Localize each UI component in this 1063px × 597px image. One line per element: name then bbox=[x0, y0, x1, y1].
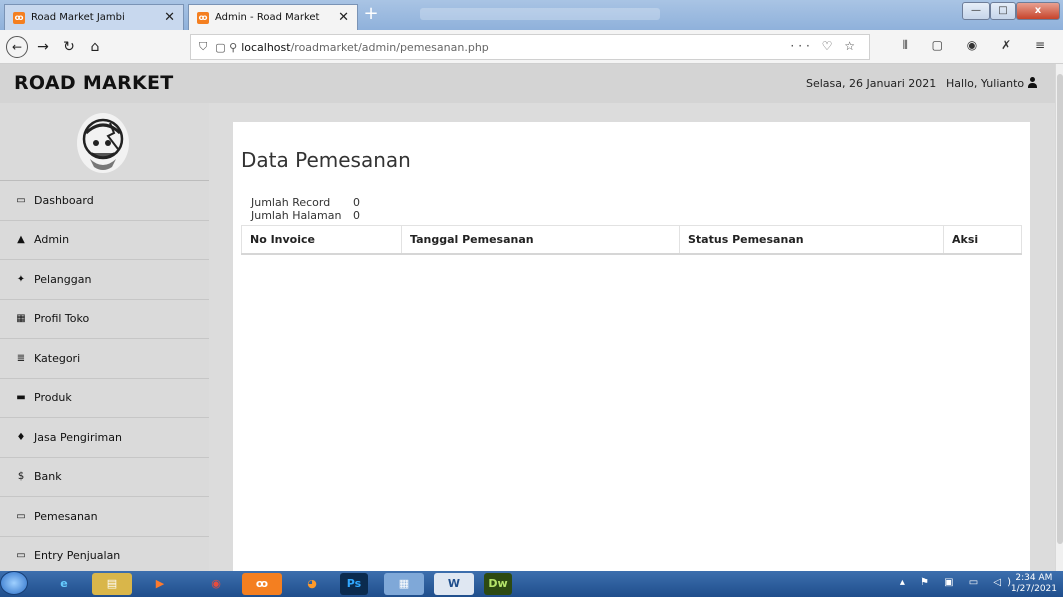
greeting-text: Hallo, Yulianto bbox=[946, 77, 1025, 90]
tab-close-icon[interactable]: ✕ bbox=[164, 10, 175, 25]
browser-tab-strip: ꝏ Road Market Jambi ✕ ꝏ Admin - Road Mar… bbox=[0, 0, 1063, 30]
new-tab-button[interactable]: + bbox=[362, 5, 380, 24]
tab-title: Road Market Jambi bbox=[31, 12, 125, 23]
tracking-shield-icon[interactable]: ⛉ bbox=[199, 40, 207, 54]
table-header-row: No Invoice Tanggal Pemesanan Status Peme… bbox=[241, 225, 1022, 255]
browser-tab[interactable]: ꝏ Road Market Jambi ✕ bbox=[4, 4, 184, 30]
tab-title: Admin - Road Market bbox=[215, 12, 320, 23]
credit-card-icon: ▭ bbox=[16, 510, 26, 522]
column-header-tanggal: Tanggal Pemesanan bbox=[401, 225, 680, 255]
users-icon: ✦ bbox=[16, 273, 26, 285]
table-icon: ▦ bbox=[16, 313, 26, 325]
xampp-icon[interactable]: ꝏ bbox=[242, 573, 282, 595]
sidebar-item-pemesanan[interactable]: ▭ Pemesanan bbox=[0, 497, 209, 537]
forward-arrow-icon[interactable]: → bbox=[32, 36, 54, 58]
sidebar-item-label: Jasa Pengiriman bbox=[34, 430, 122, 444]
sidebar-item-label: Entry Penjualan bbox=[34, 549, 121, 563]
internet-explorer-icon[interactable]: e bbox=[44, 573, 84, 595]
browser-tab-active[interactable]: ꝏ Admin - Road Market ✕ bbox=[188, 4, 358, 30]
credit-card-icon: ▭ bbox=[16, 550, 26, 562]
scrollbar-thumb[interactable] bbox=[1057, 74, 1063, 544]
sidebar-item-label: Profil Toko bbox=[34, 312, 90, 326]
page-count-label: Jumlah Halaman bbox=[251, 209, 342, 222]
sidebar-item-label: Pelanggan bbox=[34, 272, 92, 286]
maximize-button[interactable]: □ bbox=[990, 2, 1016, 20]
dollar-icon: $ bbox=[17, 471, 25, 483]
page-info-icon[interactable]: ▢ ⚲ bbox=[215, 41, 237, 54]
sidebar-item-label: Admin bbox=[34, 233, 70, 247]
browser-navbar: ← → ↻ ⌂ ⛉ ▢ ⚲ localhost/roadmarket/admin… bbox=[0, 30, 1063, 64]
firefox-icon[interactable]: ◕ bbox=[292, 573, 332, 595]
tab-close-icon[interactable]: ✕ bbox=[338, 10, 349, 25]
sidebar-item-label: Pemesanan bbox=[34, 509, 98, 523]
brand-title: ROAD MARKET bbox=[14, 72, 174, 94]
list-icon: ≣ bbox=[16, 352, 26, 364]
record-count-label: Jumlah Record bbox=[251, 196, 331, 209]
user-greeting[interactable]: Hallo, Yulianto bbox=[946, 77, 1038, 90]
column-header-invoice: No Invoice bbox=[241, 225, 402, 255]
file-explorer-icon[interactable]: ▤ bbox=[92, 573, 132, 595]
home-icon[interactable]: ⌂ bbox=[84, 36, 106, 58]
admin-topbar: ROAD MARKET Selasa, 26 Januari 2021 Hall… bbox=[0, 64, 1055, 103]
page-count-value: 0 bbox=[353, 209, 360, 222]
dreamweaver-icon[interactable]: Dw bbox=[484, 573, 512, 595]
sidebar-item-label: Produk bbox=[34, 391, 72, 405]
url-path: /roadmarket/admin/pemesanan.php bbox=[290, 40, 489, 54]
taskbar-clock[interactable]: 2:34 AM 1/27/2021 bbox=[1011, 573, 1057, 595]
logo bbox=[0, 103, 209, 181]
sidebar-item-label: Kategori bbox=[34, 351, 81, 365]
background-window-title bbox=[420, 8, 660, 20]
windows-taskbar: e ▤ ▶ ◉ ꝏ ◕ Ps ▦ W Dw ▴ ⚑ ▣ ▭ ◁) 2:34 AM… bbox=[0, 571, 1063, 597]
sidebar-item-admin[interactable]: ▲ Admin bbox=[0, 221, 209, 260]
address-bar[interactable]: ⛉ ▢ ⚲ localhost/roadmarket/admin/pemesan… bbox=[190, 34, 870, 60]
word-icon[interactable]: W bbox=[434, 573, 474, 595]
chrome-icon[interactable]: ◉ bbox=[196, 573, 236, 595]
toolbar-icons[interactable]: ⫴ ▢ ◉ ✗ ≡ bbox=[903, 38, 1055, 53]
current-date: Selasa, 26 Januari 2021 bbox=[806, 77, 937, 90]
main-content-panel: Data Pemesanan Jumlah Record 0 Jumlah Ha… bbox=[233, 122, 1030, 571]
record-count-value: 0 bbox=[353, 196, 360, 209]
sidebar-item-pelanggan[interactable]: ✦ Pelanggan bbox=[0, 260, 209, 300]
record-stats: Jumlah Record 0 Jumlah Halaman 0 bbox=[251, 196, 360, 222]
url-host: localhost bbox=[241, 40, 291, 54]
sidebar-item-kategori[interactable]: ≣ Kategori bbox=[0, 339, 209, 379]
user-icon: ▲ bbox=[17, 234, 25, 246]
photoshop-icon[interactable]: Ps bbox=[340, 573, 368, 595]
xampp-favicon-icon: ꝏ bbox=[13, 11, 25, 24]
media-player-icon[interactable]: ▶ bbox=[140, 573, 180, 595]
page-actions-icon[interactable]: ··· ♡ ☆ bbox=[790, 39, 859, 53]
page-viewport: ROAD MARKET Selasa, 26 Januari 2021 Hall… bbox=[0, 64, 1055, 571]
sidebar-item-label: Dashboard bbox=[34, 193, 94, 207]
back-arrow-icon[interactable]: ← bbox=[6, 35, 28, 58]
briefcase-icon: ▬ bbox=[16, 392, 26, 404]
sidebar-item-bank[interactable]: $ Bank bbox=[0, 458, 209, 497]
sidebar-item-jasa-pengiriman[interactable]: ♦ Jasa Pengiriman bbox=[0, 418, 209, 458]
sidebar-item-label: Bank bbox=[34, 470, 62, 484]
reload-icon[interactable]: ↻ bbox=[58, 36, 80, 58]
user-icon bbox=[1028, 77, 1038, 88]
control-panel-icon[interactable]: ▦ bbox=[384, 573, 424, 595]
sidebar-item-profil-toko[interactable]: ▦ Profil Toko bbox=[0, 300, 209, 339]
map-marker-icon: ♦ bbox=[16, 431, 26, 443]
page-title: Data Pemesanan bbox=[241, 148, 411, 172]
sidebar-item-entry-penjualan[interactable]: ▭ Entry Penjualan bbox=[0, 537, 209, 572]
sidebar-item-produk[interactable]: ▬ Produk bbox=[0, 379, 209, 418]
clock-date: 1/27/2021 bbox=[1010, 584, 1057, 594]
road-market-logo-icon bbox=[77, 113, 129, 173]
close-window-button[interactable]: x bbox=[1016, 2, 1060, 20]
minimize-button[interactable]: — bbox=[962, 2, 990, 20]
column-header-aksi: Aksi bbox=[943, 225, 1022, 255]
start-button-icon[interactable] bbox=[0, 571, 28, 595]
orders-table: No Invoice Tanggal Pemesanan Status Peme… bbox=[241, 225, 1022, 255]
xampp-favicon-icon: ꝏ bbox=[197, 11, 209, 24]
desktop-icon: ▭ bbox=[16, 194, 26, 206]
page-scrollbar[interactable] bbox=[1055, 64, 1063, 571]
system-tray-icons[interactable]: ▴ ⚑ ▣ ▭ ◁) bbox=[900, 577, 1017, 588]
column-header-status: Status Pemesanan bbox=[679, 225, 944, 255]
sidebar: ▭ Dashboard ▲ Admin ✦ Pelanggan ▦ Profil… bbox=[0, 103, 209, 571]
sidebar-item-dashboard[interactable]: ▭ Dashboard bbox=[0, 181, 209, 221]
clock-time: 2:34 AM bbox=[1015, 573, 1053, 583]
